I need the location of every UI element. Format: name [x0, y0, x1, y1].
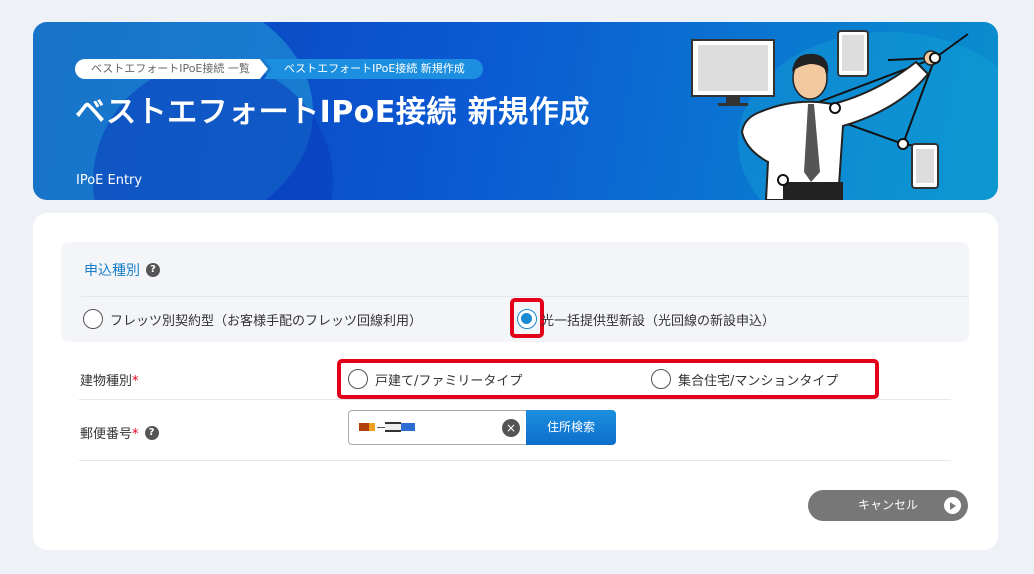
building-type-label: 建物種別*	[80, 370, 139, 389]
building-type-option-house[interactable]: 戸建て/ファミリータイプ	[348, 369, 522, 389]
play-circle-icon	[944, 497, 961, 514]
postal-code-label: 郵便番号* ?	[80, 423, 159, 442]
apply-type-heading: 申込種別 ?	[84, 260, 160, 280]
apply-type-section: 申込種別 ? フレッツ別契約型（お客様手配のフレッツ回線利用） 光一括提供型新設…	[61, 242, 969, 342]
breadcrumb-item-current: ベストエフォートIPoE接続 新規作成	[263, 59, 483, 79]
businessman-illustration	[691, 30, 969, 200]
radio-label: 集合住宅/マンションタイプ	[678, 373, 839, 389]
hero-banner: ベストエフォートIPoE接続 一覧 ベストエフォートIPoE接続 新規作成 ベス…	[33, 22, 998, 200]
divider	[81, 296, 969, 297]
cancel-button-label: キャンセル	[857, 498, 918, 512]
breadcrumb: ベストエフォートIPoE接続 一覧 ベストエフォートIPoE接続 新規作成	[75, 59, 483, 79]
radio-label: フレッツ別契約型（お客様手配のフレッツ回線利用）	[110, 313, 423, 329]
radio-checked-icon[interactable]	[517, 309, 537, 329]
radio-icon[interactable]	[348, 369, 368, 389]
divider	[79, 399, 951, 400]
radio-label: 光一括提供型新設（光回線の新設申込）	[541, 313, 776, 329]
apply-type-option-new[interactable]: 光一括提供型新設（光回線の新設申込）	[517, 309, 775, 329]
apply-type-label: 申込種別	[84, 263, 140, 279]
apply-type-option-separate[interactable]: フレッツ別契約型（お客様手配のフレッツ回線利用）	[83, 309, 422, 329]
postal-code-value	[359, 421, 415, 433]
radio-label: 戸建て/ファミリータイプ	[375, 373, 523, 389]
postal-code-input[interactable]: ×	[348, 410, 526, 445]
radio-icon[interactable]	[651, 369, 671, 389]
required-mark: *	[132, 374, 139, 389]
radio-icon[interactable]	[83, 309, 103, 329]
cancel-button[interactable]: キャンセル	[808, 490, 968, 521]
breadcrumb-item-list[interactable]: ベストエフォートIPoE接続 一覧	[75, 59, 268, 79]
building-type-option-apartment[interactable]: 集合住宅/マンションタイプ	[651, 369, 838, 389]
page-title: ベストエフォートIPoE接続 新規作成	[75, 95, 590, 130]
postal-code-text: 郵便番号	[80, 427, 133, 442]
form-card: 申込種別 ? フレッツ別契約型（お客様手配のフレッツ回線利用） 光一括提供型新設…	[33, 213, 998, 550]
page-subtitle: IPoE Entry	[76, 173, 143, 188]
help-icon[interactable]: ?	[146, 263, 160, 277]
clear-icon[interactable]: ×	[502, 419, 520, 437]
required-mark: *	[132, 427, 139, 442]
divider	[79, 460, 951, 461]
help-icon[interactable]: ?	[144, 425, 159, 440]
address-search-button[interactable]: 住所検索	[526, 410, 616, 445]
building-type-text: 建物種別	[80, 374, 133, 389]
